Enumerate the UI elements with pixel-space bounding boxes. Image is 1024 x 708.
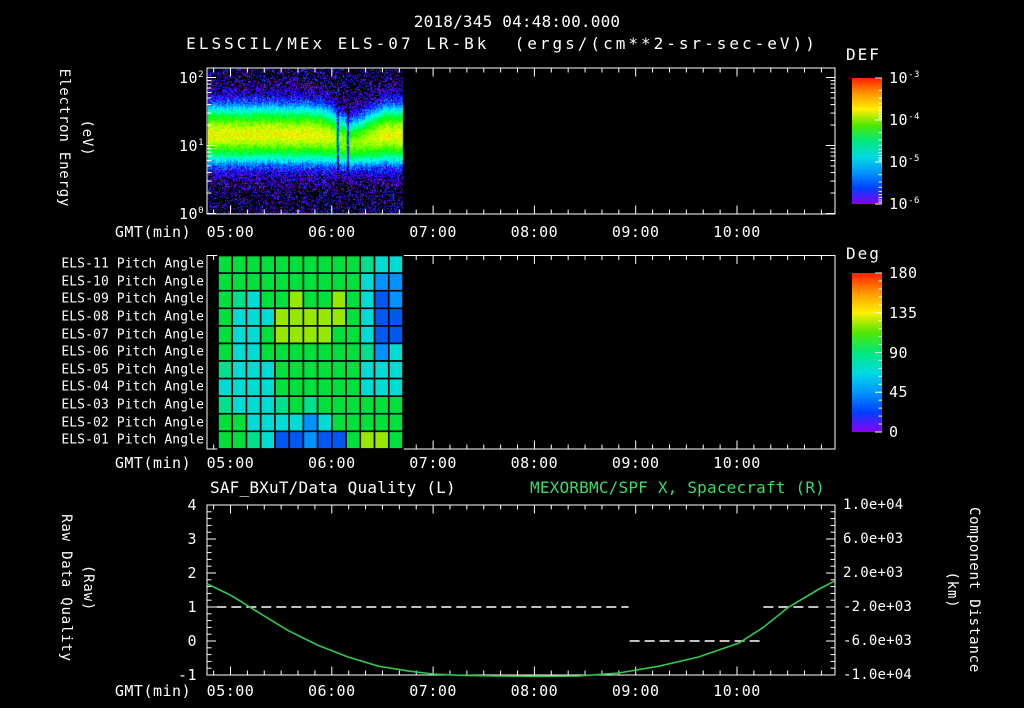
energy-tick-label: 102 (179, 68, 204, 87)
deg-colorbar-tick-label: 45 (889, 383, 909, 402)
time-tick-label: 09:00 (611, 682, 660, 700)
distance-tick-label: 1.0e+04 (843, 497, 904, 513)
def-colorbar-tick-label: 10-3 (889, 69, 920, 87)
energy-tick-label: 101 (179, 136, 204, 155)
time-tick-label: 09:00 (611, 222, 660, 241)
pitch-row-label: ELS-10 Pitch Angle (61, 274, 204, 290)
quality-tick-label: 2 (187, 564, 197, 582)
deg-colorbar-tick-label: 90 (889, 343, 909, 362)
deg-colorbar-tick-label: 135 (889, 303, 918, 322)
time-tick-label: 08:00 (510, 682, 559, 700)
pitch-row-label: ELS-07 Pitch Angle (61, 327, 204, 343)
time-tick-label: 05:00 (206, 222, 255, 241)
time-tick-label: 06:00 (307, 454, 356, 472)
time-tick-label: 10:00 (713, 222, 761, 241)
def-colorbar-tick-label: 10-5 (889, 153, 920, 171)
science-plot: 2018/345 04:48:00.000 ELSSCIL/MEx ELS-07… (0, 0, 1024, 708)
distance-tick-label: -2.0e+03 (843, 599, 913, 615)
pitch-row-label: ELS-02 Pitch Angle (61, 415, 204, 431)
time-tick-label: 06:00 (307, 222, 356, 241)
quality-tick-label: 1 (187, 598, 197, 616)
time-tick-label: 10:00 (713, 682, 761, 700)
time-tick-label: 08:00 (510, 454, 559, 472)
time-tick-label: 06:00 (307, 682, 356, 700)
distance-tick-label: 2.0e+03 (843, 565, 904, 581)
spacecraft-x-curve (206, 580, 835, 678)
def-colorbar-tick-label: 10-4 (889, 111, 920, 129)
energy-tick-label: 100 (179, 204, 204, 223)
time-tick-label: 09:00 (611, 454, 660, 472)
pitch-row-label: ELS-09 Pitch Angle (61, 291, 204, 307)
quality-tick-label: 4 (187, 496, 197, 514)
pitch-row-label: ELS-06 Pitch Angle (61, 344, 204, 360)
pitch-angle-grid (217, 254, 404, 450)
pitch-row-label: ELS-11 Pitch Angle (61, 256, 204, 272)
quality-tick-label: -1 (177, 666, 197, 684)
quality-tick-label: 0 (187, 632, 197, 650)
pitch-row-label: ELS-03 Pitch Angle (61, 397, 204, 413)
pitch-row-label: ELS-08 Pitch Angle (61, 309, 204, 325)
time-tick-label: 10:00 (713, 454, 761, 472)
pitch-row-label: ELS-01 Pitch Angle (61, 432, 204, 448)
gmt-axis-label: GMT(min) (114, 222, 192, 241)
distance-tick-label: -6.0e+03 (843, 633, 913, 649)
quality-tick-label: 3 (187, 530, 197, 548)
time-tick-label: 08:00 (510, 222, 559, 241)
gmt-axis-label: GMT(min) (114, 454, 192, 472)
distance-tick-label: -1.0e+04 (843, 667, 913, 683)
pitch-row-label: ELS-05 Pitch Angle (61, 362, 204, 378)
time-tick-label: 07:00 (409, 222, 457, 241)
time-tick-label: 05:00 (206, 682, 255, 700)
time-tick-label: 07:00 (409, 682, 457, 700)
pitch-row-label: ELS-04 Pitch Angle (61, 379, 204, 395)
time-tick-label: 05:00 (206, 454, 255, 472)
gmt-axis-label: GMT(min) (114, 682, 192, 700)
def-colorbar-tick-label: 10-6 (889, 195, 920, 213)
deg-colorbar-tick-label: 0 (889, 423, 899, 441)
deg-colorbar-tick-label: 180 (889, 264, 918, 282)
time-tick-label: 07:00 (409, 454, 457, 472)
distance-tick-label: 6.0e+03 (843, 531, 904, 547)
